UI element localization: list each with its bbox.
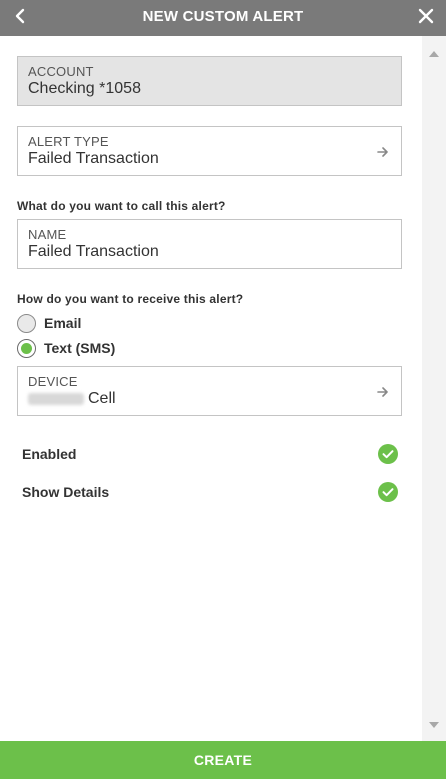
enabled-label: Enabled [22,446,77,462]
device-value: Cell [88,390,116,407]
enabled-toggle-row[interactable]: Enabled [22,444,398,466]
name-value[interactable]: Failed Transaction [28,243,159,261]
form-content: ACCOUNT Checking *1058 ALERT TYPE Failed… [0,36,422,741]
create-button[interactable]: CREATE [0,741,446,779]
show-details-label: Show Details [22,484,110,500]
alert-type-label: ALERT TYPE [28,134,109,149]
name-question: What do you want to call this alert? [17,199,226,213]
scroll-down-icon[interactable] [429,716,439,734]
name-field[interactable]: NAME Failed Transaction [17,219,402,269]
account-label: ACCOUNT [28,64,94,79]
device-field[interactable]: DEVICE Cell [17,366,402,416]
show-details-toggle-row[interactable]: Show Details [22,482,398,504]
check-circle-icon[interactable] [378,482,398,507]
arrow-right-icon [377,145,389,163]
alert-type-value: Failed Transaction [28,150,159,167]
sms-radio-label: Text (SMS) [44,340,116,356]
arrow-right-icon [377,385,389,403]
account-value: Checking *1058 [28,80,141,97]
check-circle-icon[interactable] [378,444,398,469]
alert-type-field[interactable]: ALERT TYPE Failed Transaction [17,126,402,176]
name-label: NAME [28,227,67,242]
radio-option-email[interactable]: Email [17,313,81,333]
header-bar: NEW CUSTOM ALERT [0,0,446,36]
close-icon[interactable] [414,4,438,28]
radio-option-sms[interactable]: Text (SMS) [17,338,115,358]
redacted-name [28,392,84,405]
scroll-up-icon[interactable] [429,45,439,63]
email-radio[interactable] [17,313,36,333]
device-value-row: Cell [28,390,116,408]
email-radio-label: Email [44,315,82,331]
device-label: DEVICE [28,374,78,389]
scrollbar[interactable] [422,36,446,741]
page-title: NEW CUSTOM ALERT [142,8,304,25]
receive-question: How do you want to receive this alert? [17,292,244,306]
sms-radio[interactable] [17,338,36,358]
account-field: ACCOUNT Checking *1058 [17,56,402,106]
